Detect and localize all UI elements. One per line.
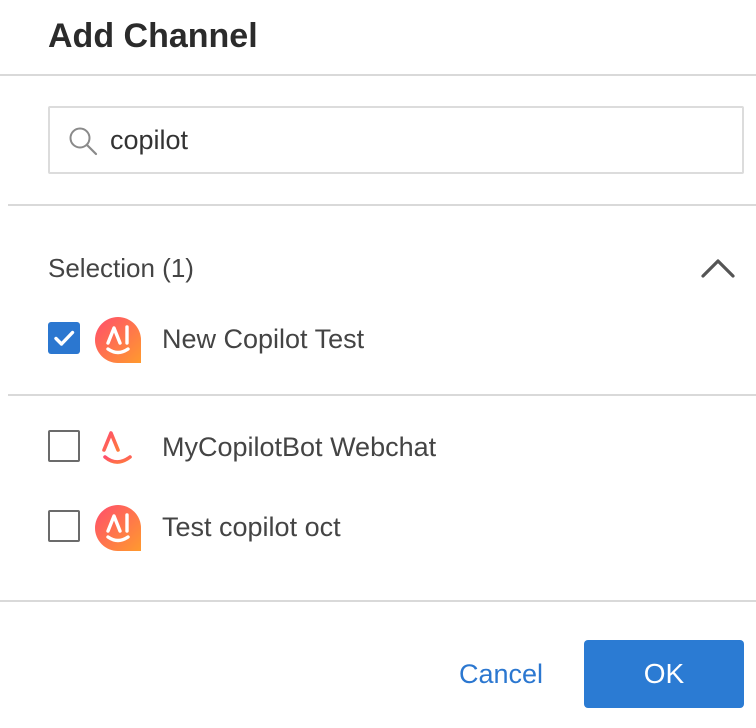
- checkmark-icon: [54, 330, 75, 346]
- search-divider: [8, 204, 756, 206]
- channel-row[interactable]: MyCopilotBot Webchat: [48, 420, 738, 480]
- selected-channel-row[interactable]: New Copilot Test: [48, 312, 738, 372]
- add-channel-dialog: Add Channel Selection (1): [0, 0, 756, 728]
- cancel-button[interactable]: Cancel: [440, 640, 562, 708]
- channel-checkbox-checked[interactable]: [48, 322, 80, 354]
- search-icon: [69, 127, 98, 156]
- copilot-filled-icon: [95, 317, 141, 363]
- search-box[interactable]: [48, 106, 744, 174]
- dialog-title: Add Channel: [48, 17, 258, 55]
- header-divider: [0, 74, 756, 76]
- channel-checkbox[interactable]: [48, 510, 80, 542]
- selection-divider: [8, 394, 756, 396]
- channel-label: Test copilot oct: [162, 512, 341, 542]
- footer-divider: [0, 600, 756, 602]
- channel-label: MyCopilotBot Webchat: [162, 432, 437, 462]
- channel-label: New Copilot Test: [162, 324, 365, 354]
- copilot-filled-icon: [95, 505, 141, 551]
- chevron-up-icon[interactable]: [700, 254, 736, 280]
- ok-button[interactable]: OK: [584, 640, 744, 708]
- selection-header: Selection (1): [48, 253, 194, 283]
- copilot-outline-icon: [102, 430, 132, 464]
- channel-row[interactable]: Test copilot oct: [48, 500, 738, 560]
- search-input[interactable]: [110, 118, 710, 162]
- channel-checkbox[interactable]: [48, 430, 80, 462]
